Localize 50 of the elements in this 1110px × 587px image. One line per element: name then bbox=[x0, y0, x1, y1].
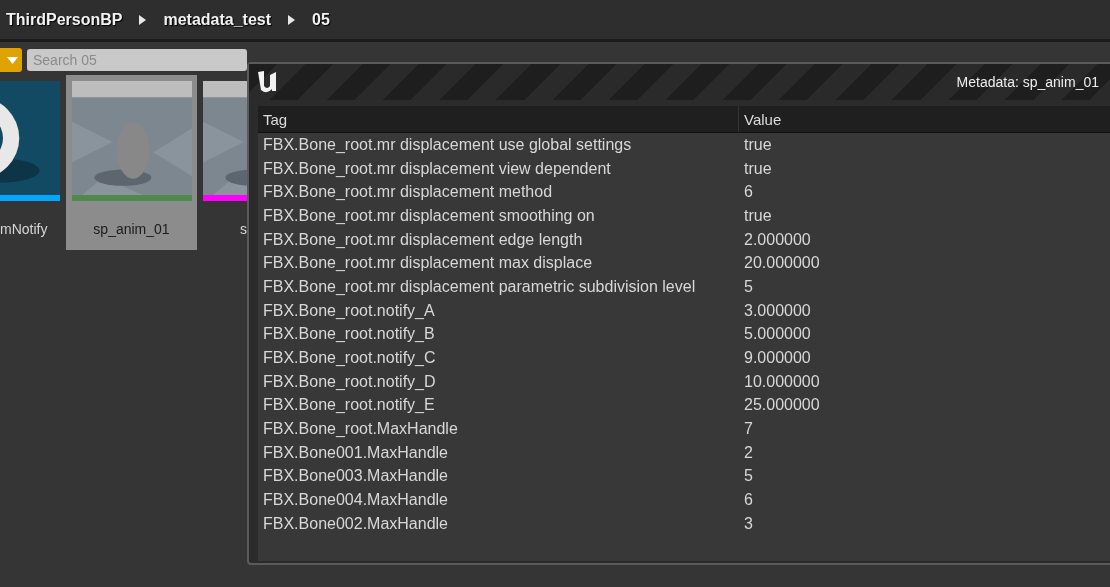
search-field[interactable]: Search 05 bbox=[27, 49, 247, 71]
table-cell-text: FBX.Bone003.MaxHandle bbox=[262, 467, 449, 486]
table-cell-text: 9.000000 bbox=[743, 349, 811, 368]
table-cell-text: 7 bbox=[743, 420, 753, 439]
table-cell-text: 2.000000 bbox=[743, 230, 811, 249]
table-cell-text: FBX.Bone_root.mr displacement method bbox=[262, 183, 554, 202]
table-cell-text: FBX.Bone_root.MaxHandle bbox=[262, 420, 459, 439]
filter-button[interactable] bbox=[0, 48, 22, 72]
table-cell-text: FBX.Bone_root.mr displacement view dependent bbox=[262, 159, 612, 178]
table-cell-text: 3.000000 bbox=[743, 301, 811, 320]
table-cell-text: 3 bbox=[743, 514, 753, 533]
asset-tile[interactable]: sp_anim_01 bbox=[66, 75, 197, 250]
caret-icon bbox=[288, 14, 296, 25]
breadcrumb-link[interactable]: ThirdPersonBP bbox=[6, 10, 123, 29]
table-cell-text: FBX.Bone_root.notify_B bbox=[262, 325, 436, 344]
table-cell-text: FBX.Bone_root.notify_A bbox=[262, 301, 436, 320]
table-cell-text: FBX.Bone_root.notify_E bbox=[262, 396, 436, 415]
table-cell-text: 5 bbox=[743, 467, 753, 486]
table-cell-text: 6 bbox=[743, 183, 753, 202]
column-header[interactable]: Tag bbox=[258, 106, 739, 132]
table-cell-text: FBX.Bone_root.notify_C bbox=[262, 349, 437, 368]
table-cell-text: 20.000000 bbox=[743, 254, 820, 273]
table-cell-text: FBX.Bone002.MaxHandle bbox=[262, 514, 449, 533]
caret-icon bbox=[139, 14, 147, 25]
table-cell-text: 5 bbox=[743, 277, 753, 296]
asset-tile[interactable]: mNotify bbox=[0, 75, 60, 250]
table-cell-text: FBX.Bone004.MaxHandle bbox=[262, 491, 449, 510]
table-cell-text: 10.000000 bbox=[743, 372, 820, 391]
table-cell-text: 2 bbox=[743, 443, 753, 462]
table-cell-text: FBX.Bone_root.mr displacement parametric subdivision level bbox=[262, 277, 697, 296]
table-cell-text: 5.000000 bbox=[743, 325, 811, 344]
table-cell-text: 25.000000 bbox=[743, 396, 820, 415]
table-cell-text: FBX.Bone_root.notify_D bbox=[262, 372, 437, 391]
asset-name: mNotify bbox=[0, 221, 48, 237]
column-header[interactable]: Value bbox=[739, 106, 782, 132]
table-cell-text: FBX.Bone_root.mr displacement use global settings bbox=[262, 135, 633, 154]
asset-name: s bbox=[240, 221, 247, 237]
table-cell-text: FBX.Bone_root.mr displacement smoothing on bbox=[262, 206, 596, 225]
table-cell-text: 6 bbox=[743, 491, 753, 510]
table-cell-text: FBX.Bone_root.mr displacement edge length bbox=[262, 230, 584, 249]
table-cell-text: true bbox=[743, 159, 772, 178]
table-cell-text: true bbox=[743, 206, 772, 225]
window-title: Metadata: sp_anim_01 bbox=[956, 74, 1099, 90]
caret-icon bbox=[7, 56, 18, 64]
breadcrumb-link[interactable]: 05 bbox=[312, 10, 330, 29]
table-cell-text: FBX.Bone001.MaxHandle bbox=[262, 443, 449, 462]
table-cell-text: FBX.Bone_root.mr displacement max displace bbox=[262, 254, 594, 273]
asset-name: sp_anim_01 bbox=[93, 221, 170, 237]
table-cell-text: true bbox=[743, 135, 772, 154]
breadcrumb-link[interactable]: metadata_test bbox=[163, 10, 272, 29]
